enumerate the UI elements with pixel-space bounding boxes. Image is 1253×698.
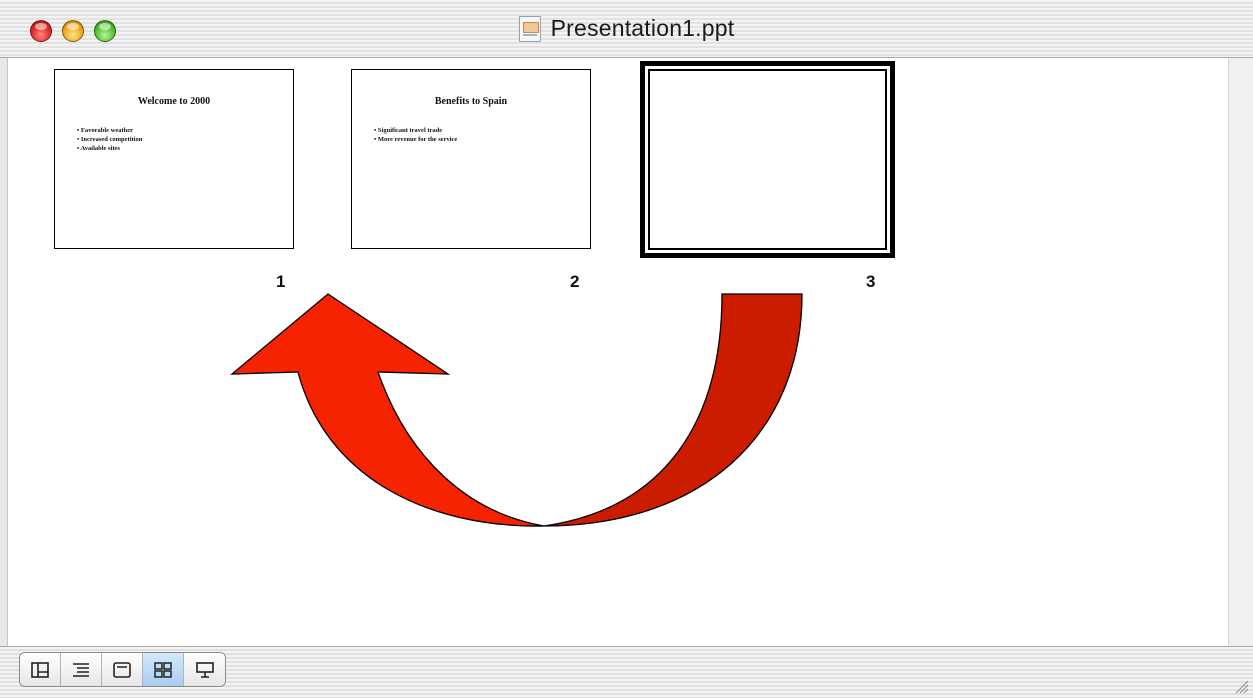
window-title-group: Presentation1.ppt (0, 0, 1253, 57)
outline-view-icon (73, 662, 89, 677)
title-bar[interactable]: Presentation1.ppt (0, 0, 1253, 58)
minimize-button[interactable] (62, 20, 84, 42)
slide-show-button[interactable] (184, 653, 225, 686)
view-toolbar (0, 646, 1253, 698)
outline-view-button[interactable] (61, 653, 102, 686)
curved-arrow-annotation[interactable] (8, 58, 1228, 646)
slide-view-icon (113, 661, 131, 678)
slide-sorter-icon (154, 661, 172, 678)
slide-sorter-view-button[interactable] (143, 653, 184, 686)
view-buttons-group (19, 652, 226, 687)
resize-grip-icon[interactable] (1233, 678, 1249, 694)
normal-view-icon (31, 661, 49, 678)
slide-view-button[interactable] (102, 653, 143, 686)
close-button[interactable] (30, 20, 52, 42)
normal-view-button[interactable] (20, 653, 61, 686)
slide-show-icon (195, 661, 214, 678)
powerpoint-document-icon (518, 15, 541, 42)
left-edge (0, 58, 8, 646)
window-title: Presentation1.ppt (550, 15, 735, 41)
arrow-dark-band (543, 293, 803, 527)
presentation-window: Presentation1.ppt Welcome to 2000 Favora… (0, 0, 1253, 698)
slide-sorter-area: Welcome to 2000 Favorable weather Increa… (8, 58, 1228, 646)
zoom-button[interactable] (94, 20, 116, 42)
arrow-light-band (230, 293, 545, 527)
vertical-scrollbar[interactable] (1228, 58, 1253, 646)
